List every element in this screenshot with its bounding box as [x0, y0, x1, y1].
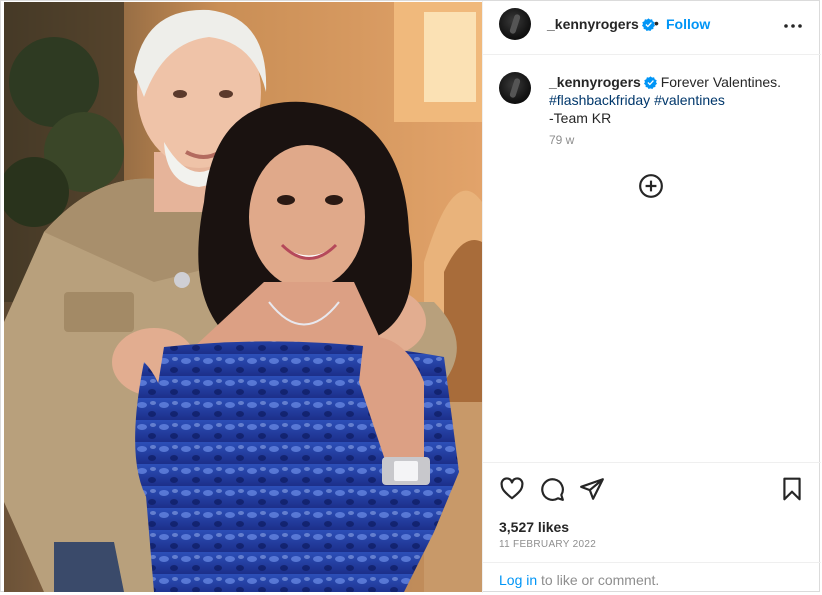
heart-icon[interactable]: [499, 476, 525, 502]
verified-badge-icon: [641, 18, 655, 31]
post-side-panel: _kennyrogers • Follow _kennyrogers Forev…: [482, 1, 821, 594]
login-prompt-text: Log in to like or comment.: [499, 572, 659, 588]
bookmark-icon[interactable]: [779, 476, 805, 502]
caption-body: Forever Valentines.: [656, 74, 782, 90]
login-prompt-rest: to like or comment.: [537, 572, 660, 588]
likes-count[interactable]: 3,527 likes: [499, 519, 569, 535]
post-actions: 3,527 likes 11 FEBRUARY 2022 Log in to l…: [483, 462, 821, 594]
username-link[interactable]: _kennyrogers: [547, 16, 655, 32]
login-link[interactable]: Log in: [499, 572, 537, 588]
separator-dot: •: [654, 15, 659, 31]
verified-badge-icon: [643, 76, 657, 89]
hashtag-link[interactable]: #valentines: [654, 92, 725, 108]
caption-signoff: -Team KR: [549, 110, 612, 126]
caption-username[interactable]: _kennyrogers: [549, 74, 641, 90]
post-header: _kennyrogers • Follow: [483, 1, 821, 55]
username-text[interactable]: _kennyrogers: [547, 16, 639, 32]
comment-bubble-icon[interactable]: [539, 476, 565, 502]
hashtag-link[interactable]: #flashbackfriday: [549, 92, 650, 108]
caption-avatar[interactable]: [499, 72, 531, 104]
paper-plane-icon[interactable]: [579, 476, 605, 502]
post-photo[interactable]: [4, 2, 482, 592]
post-time-ago[interactable]: 79 w: [549, 133, 574, 147]
circle-plus-icon[interactable]: [638, 173, 664, 199]
photo-illustration: [4, 2, 482, 592]
more-horizontal-icon[interactable]: [781, 14, 805, 38]
post-date[interactable]: 11 FEBRUARY 2022: [499, 539, 596, 550]
avatar[interactable]: [499, 8, 531, 40]
follow-button[interactable]: Follow: [666, 16, 710, 32]
caption-text-block: _kennyrogers Forever Valentines. #flashb…: [549, 73, 809, 127]
login-prompt: Log in to like or comment.: [483, 562, 821, 595]
post-frame: _kennyrogers • Follow _kennyrogers Forev…: [0, 0, 821, 594]
